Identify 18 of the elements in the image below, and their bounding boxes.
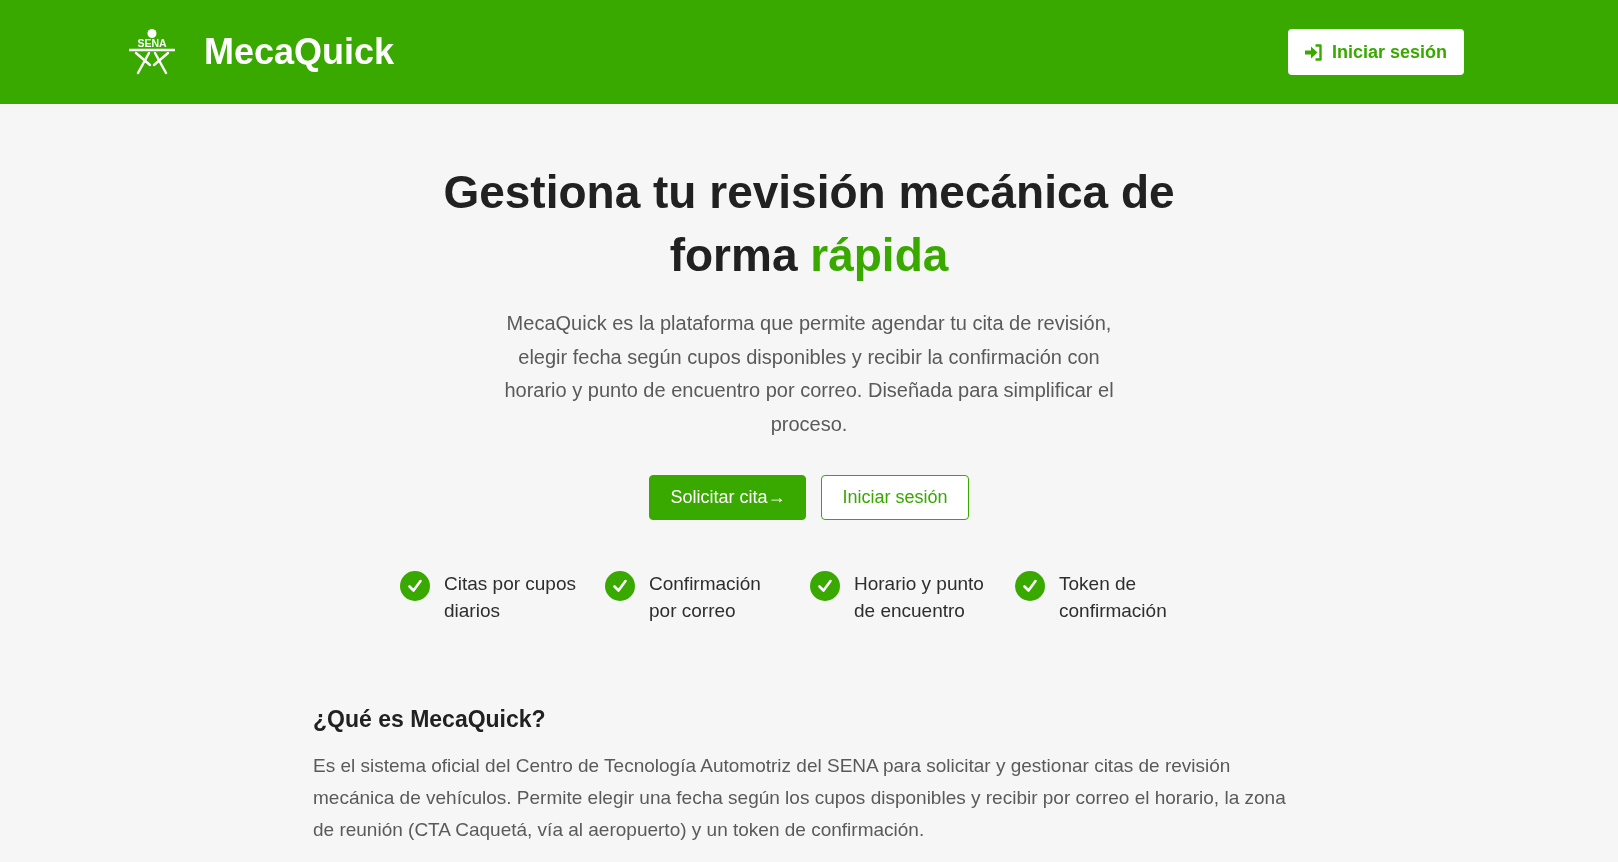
- sena-logo: SENA: [128, 29, 176, 75]
- request-appointment-button[interactable]: Solicitar cita→: [649, 475, 807, 520]
- section-text: Es el sistema oficial del Centro de Tecnología Automotriz del SENA para solicitar y gestionar citas de revisión mecánica de vehículos. Permite elegir una fecha según los cupos disponibles y recibir por correo el horario, la zona de reunión (CTA Caquetá, vía al aeropuerto) y un token de confirmación.: [313, 754, 1287, 842]
- header-login-button[interactable]: Iniciar sesión: [1288, 29, 1464, 75]
- check-circle-icon: [810, 571, 840, 601]
- section-heading: ¿Qué es MecaQuick?: [313, 705, 547, 734]
- brand-title: MecaQuick: [204, 34, 395, 70]
- sign-in-icon: [1304, 43, 1323, 61]
- hero-description: MecaQuick es la plataforma que permite agendar tu cita de revisión, elegir fecha según cupos disponibles y recibir la confirmación con horario y punto de encuentro por correo. Diseñada para simplificar el proceso.: [503, 311, 1115, 437]
- check-circle-icon: [400, 571, 430, 601]
- login-button[interactable]: Iniciar sesión: [821, 475, 969, 520]
- check-circle-icon: [1015, 571, 1045, 601]
- feature-label: Confirmación por correo: [649, 572, 762, 623]
- feature-label: Horario y punto de encuentro: [854, 572, 985, 623]
- hero-heading: Gestiona tu revisión mecánica de forma rápida: [442, 165, 1176, 283]
- feature-label: Citas por cupos diarios: [444, 572, 577, 623]
- feature-label: Token de confirmación: [1059, 572, 1168, 623]
- check-circle-icon: [605, 571, 635, 601]
